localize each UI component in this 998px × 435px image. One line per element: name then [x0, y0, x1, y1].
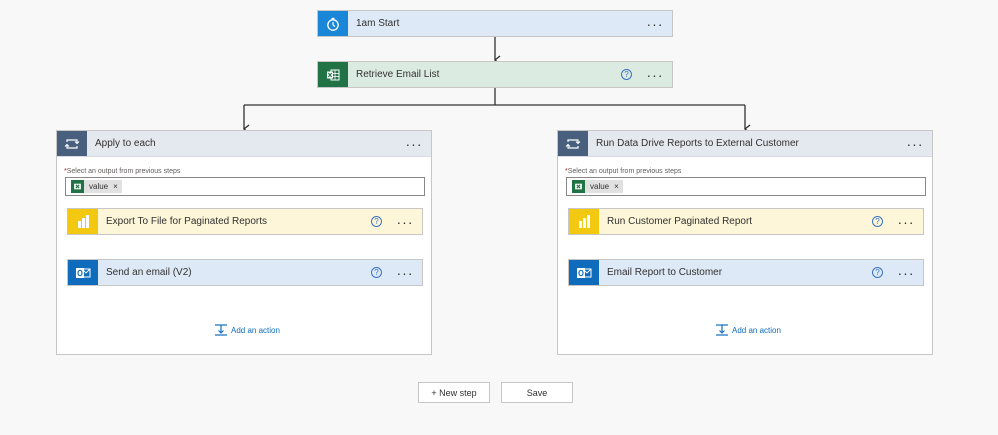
- email-report-card[interactable]: Email Report to Customer ? ···: [568, 259, 924, 286]
- remove-token-icon[interactable]: ×: [113, 182, 118, 191]
- power-bi-icon: [68, 209, 98, 234]
- send-email-menu[interactable]: ···: [394, 266, 416, 280]
- run-customer-report-card[interactable]: Run Customer Paginated Report ? ···: [568, 208, 924, 235]
- trigger-step-title: 1am Start: [356, 18, 400, 29]
- outlook-icon: [68, 260, 98, 285]
- select-output-label-text: Select an output from previous steps: [567, 168, 682, 175]
- email-report-title: Email Report to Customer: [607, 267, 723, 278]
- run-data-drive-menu[interactable]: ···: [904, 137, 926, 151]
- export-to-file-card[interactable]: Export To File for Paginated Reports ? ·…: [67, 208, 423, 235]
- save-button[interactable]: Save: [501, 382, 573, 403]
- value-token[interactable]: value ×: [572, 180, 623, 193]
- loop-icon: [57, 131, 87, 156]
- run-customer-report-menu[interactable]: ···: [895, 215, 917, 229]
- excel-icon: [71, 180, 84, 193]
- value-token-label: value: [89, 182, 109, 191]
- send-email-help-icon[interactable]: ?: [371, 267, 382, 278]
- remove-token-icon[interactable]: ×: [614, 182, 619, 191]
- run-customer-report-help-icon[interactable]: ?: [872, 216, 883, 227]
- send-email-title: Send an email (V2): [106, 267, 192, 278]
- value-token-label: value: [590, 182, 610, 191]
- add-action-link[interactable]: Add an action: [715, 324, 781, 336]
- select-output-label-text: Select an output from previous steps: [66, 168, 181, 175]
- run-data-drive-container: Run Data Drive Reports to External Custo…: [557, 130, 933, 355]
- run-customer-report-title: Run Customer Paginated Report: [607, 216, 753, 227]
- add-action-icon: [215, 324, 227, 336]
- retrieve-email-list-card[interactable]: Retrieve Email List ? ···: [317, 61, 673, 88]
- retrieve-help-icon[interactable]: ?: [621, 69, 632, 80]
- run-data-drive-title: Run Data Drive Reports to External Custo…: [596, 138, 799, 149]
- apply-to-each-header[interactable]: Apply to each ···: [57, 131, 431, 157]
- add-action-label: Add an action: [732, 325, 781, 335]
- select-output-label: *Select an output from previous steps: [64, 168, 180, 175]
- trigger-step-card[interactable]: 1am Start ···: [317, 10, 673, 37]
- outlook-icon: [569, 260, 599, 285]
- power-bi-icon: [569, 209, 599, 234]
- add-action-link[interactable]: Add an action: [214, 324, 280, 336]
- select-output-label: *Select an output from previous steps: [565, 168, 681, 175]
- send-email-card[interactable]: Send an email (V2) ? ···: [67, 259, 423, 286]
- select-output-field[interactable]: value ×: [65, 177, 425, 196]
- apply-to-each-menu[interactable]: ···: [403, 137, 425, 151]
- excel-icon: [572, 180, 585, 193]
- excel-icon: [318, 62, 348, 87]
- export-help-icon[interactable]: ?: [371, 216, 382, 227]
- new-step-button[interactable]: + New step: [418, 382, 490, 403]
- retrieve-step-menu[interactable]: ···: [644, 68, 666, 82]
- retrieve-email-list-title: Retrieve Email List: [356, 69, 440, 80]
- apply-to-each-title: Apply to each: [95, 138, 156, 149]
- export-menu[interactable]: ···: [394, 215, 416, 229]
- run-data-drive-header[interactable]: Run Data Drive Reports to External Custo…: [558, 131, 932, 157]
- add-action-label: Add an action: [231, 325, 280, 335]
- alarm-clock-icon: [318, 11, 348, 36]
- export-to-file-title: Export To File for Paginated Reports: [106, 216, 268, 227]
- apply-to-each-container: Apply to each ··· *Select an output from…: [56, 130, 432, 355]
- add-action-icon: [716, 324, 728, 336]
- value-token[interactable]: value ×: [71, 180, 122, 193]
- select-output-field[interactable]: value ×: [566, 177, 926, 196]
- loop-icon: [558, 131, 588, 156]
- email-report-help-icon[interactable]: ?: [872, 267, 883, 278]
- trigger-step-menu[interactable]: ···: [644, 17, 666, 31]
- email-report-menu[interactable]: ···: [895, 266, 917, 280]
